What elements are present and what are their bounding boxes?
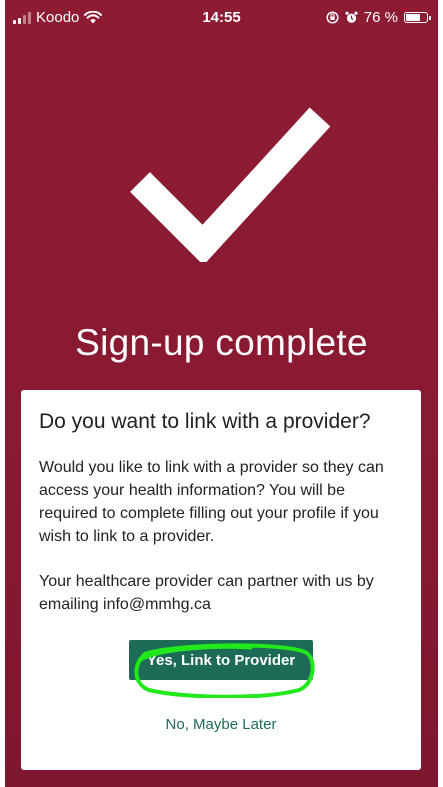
status-right: 76 %: [326, 9, 431, 26]
status-bar: Koodo 14:55 76 %: [5, 0, 438, 36]
battery-icon: [404, 12, 431, 23]
dialog-partner-info: Your healthcare provider can partner wit…: [39, 573, 374, 613]
link-provider-dialog: Do you want to link with a provider? Wou…: [21, 390, 421, 770]
page-title: Sign-up complete: [75, 322, 368, 363]
orientation-lock-icon: [326, 11, 339, 24]
alarm-icon: [345, 11, 358, 23]
maybe-later-button[interactable]: No, Maybe Later: [21, 716, 421, 733]
dialog-title: Do you want to link with a provider?: [39, 410, 371, 433]
battery-level-fill: [406, 14, 421, 21]
battery-percentage: 76 %: [363, 9, 398, 26]
dialog-description: Would you like to link with a provider s…: [39, 459, 384, 545]
signup-complete-screen: Koodo 14:55 76 % Sign-up complete Do you…: [5, 0, 438, 787]
checkmark-icon: [130, 107, 331, 262]
link-to-provider-button[interactable]: Yes, Link to Provider: [129, 640, 313, 680]
primary-button-container: Yes, Link to Provider: [21, 640, 421, 680]
